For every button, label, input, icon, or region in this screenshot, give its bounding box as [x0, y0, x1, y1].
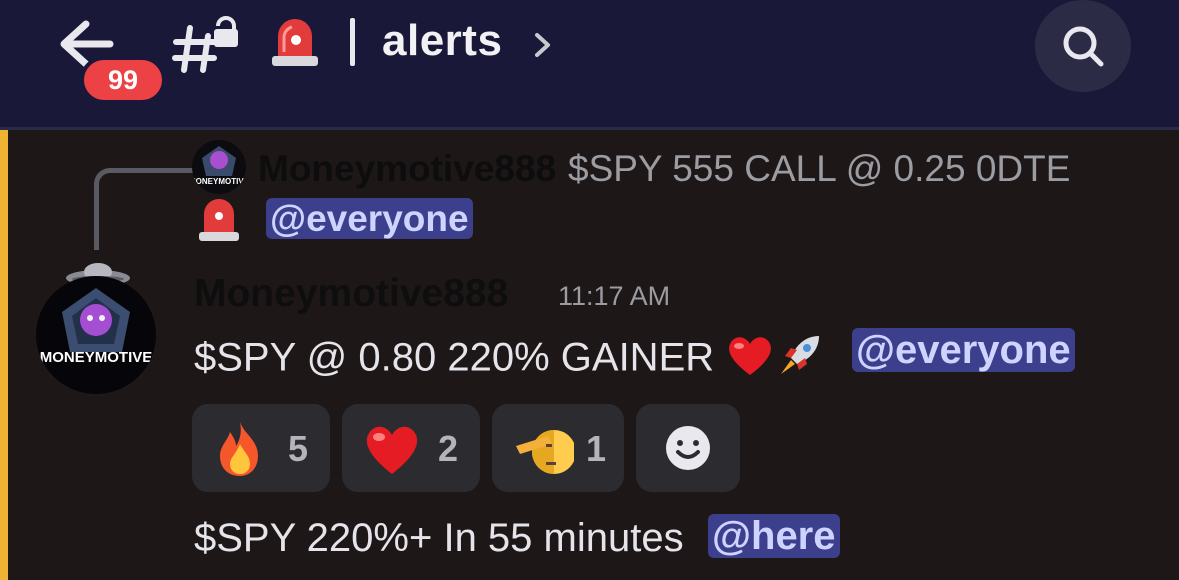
title-divider	[350, 18, 355, 66]
red-heart-icon	[366, 426, 418, 474]
reaction-count: 2	[438, 428, 459, 469]
reply-text[interactable]: $SPY 555 CALL @ 0.25 0DTE	[568, 148, 1070, 190]
reply-mention[interactable]: @everyone	[266, 198, 473, 240]
message-author[interactable]: Moneymotive888	[194, 272, 508, 316]
mention-chip[interactable]: @everyone	[852, 328, 1075, 372]
channel-title[interactable]: alerts	[382, 16, 502, 66]
reaction-fire[interactable]: 5	[192, 404, 330, 492]
reaction-red-heart[interactable]: 2	[342, 404, 480, 492]
reaction-saluting-face[interactable]: 1	[492, 404, 624, 492]
saluting-face-icon	[516, 430, 574, 474]
rocket-icon	[775, 330, 825, 390]
mention-chip[interactable]: @everyone	[266, 198, 473, 239]
mention-chip[interactable]: @here	[708, 514, 840, 558]
add-reaction-button[interactable]	[636, 404, 740, 492]
add-reaction-smiley-icon	[666, 426, 710, 470]
followup-message-text: $SPY 220%+ In 55 minutes	[194, 516, 684, 560]
channel-header: 99 alerts	[0, 0, 1179, 130]
locked-channel-hash-icon	[172, 12, 242, 82]
search-button[interactable]	[1035, 0, 1131, 92]
reaction-count: 5	[288, 428, 309, 469]
chevron-right-icon[interactable]	[532, 30, 554, 60]
reply-avatar-logo-text: MONEYMOTIVE	[192, 177, 246, 186]
author-avatar[interactable]: MONEYMOTIVE	[36, 276, 156, 394]
reaction-count: 1	[586, 428, 607, 469]
message-content: $SPY @ 0.80 220% GAINER	[194, 330, 825, 390]
message-mention[interactable]: @everyone	[852, 328, 1075, 373]
followup-mention[interactable]: @here	[708, 514, 840, 559]
siren-icon	[196, 194, 242, 246]
reply-author[interactable]: Moneymotive888	[258, 148, 556, 190]
search-icon	[1063, 26, 1104, 67]
red-heart-icon	[725, 333, 775, 387]
siren-icon	[266, 12, 324, 72]
reply-connector	[94, 168, 204, 250]
mention-highlight-bar	[0, 130, 8, 580]
fire-icon	[220, 422, 258, 476]
avatar-logo-text: MONEYMOTIVE	[40, 349, 153, 366]
message-text: $SPY @ 0.80 220% GAINER	[194, 335, 715, 380]
unread-count-badge: 99	[80, 56, 166, 104]
message-timestamp: 11:17 AM	[558, 281, 671, 311]
reply-avatar[interactable]: MONEYMOTIVE	[192, 140, 246, 194]
